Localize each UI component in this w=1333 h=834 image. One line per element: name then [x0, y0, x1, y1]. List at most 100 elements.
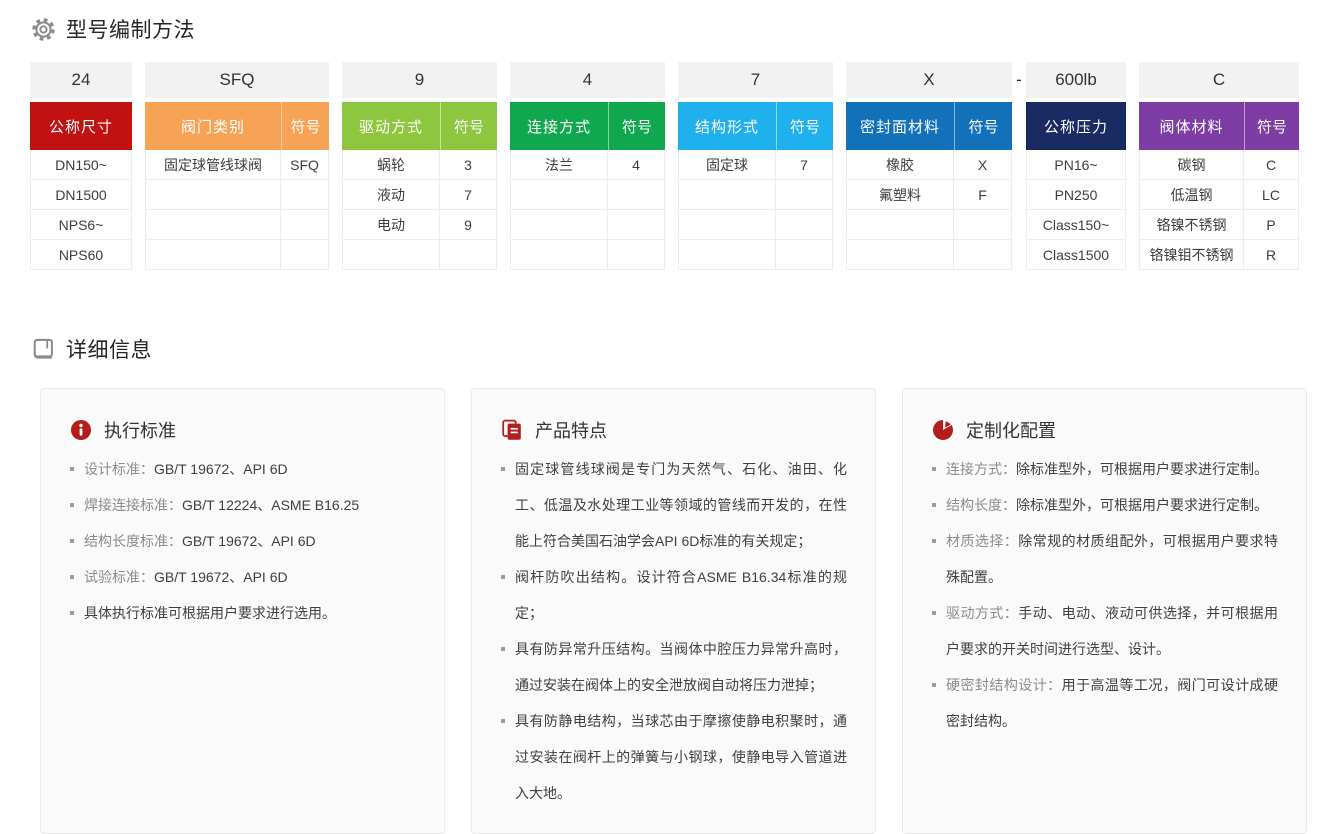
model-cell-symbol: 4	[607, 150, 664, 179]
model-cell-symbol: P	[1243, 210, 1298, 239]
model-cell-name	[679, 180, 775, 209]
card-item: 具有防异常升压结构。当阀体中腔压力异常升高时，通过安装在阀体上的安全泄放阀自动将…	[500, 631, 847, 703]
model-row	[511, 210, 664, 240]
model-code-separator: -	[1012, 62, 1026, 98]
model-row: 固定球7	[679, 150, 832, 180]
model-cell-symbol: 9	[439, 210, 496, 239]
model-code-value: 4	[510, 62, 665, 98]
model-cell-name	[847, 210, 953, 239]
model-cell-symbol	[280, 180, 328, 209]
model-cell-symbol: R	[1243, 240, 1298, 269]
card-item: 阀杆防吹出结构。设计符合ASME B16.34标准的规定；	[500, 559, 847, 631]
card-item-text: GB/T 19672、API 6D	[182, 533, 316, 549]
card-list: 固定球管线球阀是专门为天然气、石化、油田、化工、低温及水处理工业等领域的管线而开…	[500, 451, 847, 811]
model-cell-symbol	[607, 210, 664, 239]
model-cell-name: PN250	[1027, 180, 1125, 209]
model-row	[511, 180, 664, 210]
card-item-text: 除标准型外，可根据用户要求进行定制。	[1016, 461, 1268, 477]
model-band-label: 阀门类别	[145, 102, 281, 150]
model-symbol-header: 符号	[954, 102, 1012, 150]
card-item-text: 具有防静电结构，当球芯由于摩擦使静电积聚时，通过安装在阀杆上的弹簧与小钢球，使静…	[515, 713, 847, 801]
detail-card: 定制化配置连接方式：除标准型外，可根据用户要求进行定制。结构长度：除标准型外，可…	[902, 388, 1307, 834]
model-cell-symbol: 3	[439, 150, 496, 179]
model-cell-name: 铬镍钼不锈钢	[1140, 240, 1243, 269]
model-row	[847, 210, 1011, 240]
card-item: 固定球管线球阀是专门为天然气、石化、油田、化工、低温及水处理工业等领域的管线而开…	[500, 451, 847, 559]
model-column-SFQ: SFQ阀门类别符号固定球管线球阀SFQ	[145, 62, 329, 270]
model-cell-symbol: C	[1243, 150, 1298, 179]
card-item: 试验标准：GB/T 19672、API 6D	[69, 559, 416, 595]
card-title-row: 执行标准	[69, 417, 416, 443]
card-title-row: 定制化配置	[931, 417, 1278, 443]
model-row: 铬镍钼不锈钢R	[1140, 240, 1298, 270]
model-band-label: 连接方式	[510, 102, 608, 150]
model-rows: 橡胶X氟塑料F	[846, 150, 1012, 270]
model-cell-symbol	[439, 240, 496, 269]
detail-cards: 执行标准设计标准： GB/T 19672、API 6D 焊接连接标准：GB/T 12…	[40, 388, 1307, 834]
model-cell-name: 电动	[343, 210, 439, 239]
model-symbol-header: 符号	[440, 102, 497, 150]
card-item-label: 连接方式：	[946, 461, 1016, 477]
model-cell-name	[511, 240, 607, 269]
model-row: 铬镍不锈钢P	[1140, 210, 1298, 240]
model-row: PN250	[1027, 180, 1125, 210]
card-item-text: 除标准型外，可根据用户要求进行定制。	[1016, 497, 1268, 513]
model-band: 密封面材料符号	[846, 102, 1012, 150]
model-symbol-header: 符号	[608, 102, 665, 150]
card-title: 定制化配置	[966, 417, 1056, 443]
model-band-label: 公称压力	[1026, 102, 1126, 150]
model-rows: 碳钢C低温钢LC铬镍不锈钢P铬镍钼不锈钢R	[1139, 150, 1299, 270]
detail-card: 执行标准设计标准： GB/T 19672、API 6D 焊接连接标准：GB/T 12…	[40, 388, 445, 834]
pie-chart-icon	[931, 418, 955, 442]
card-title-row: 产品特点	[500, 417, 847, 443]
model-band: 公称压力	[1026, 102, 1126, 150]
model-band-label: 阀体材料	[1139, 102, 1244, 150]
model-cell-symbol	[280, 240, 328, 269]
card-item-label: 试验标准：	[84, 569, 154, 585]
model-column-24: 24公称尺寸DN150~DN1500NPS6~NPS60	[30, 62, 132, 270]
model-cell-symbol	[953, 210, 1011, 239]
model-column-9: 9驱动方式符号蜗轮3液动7电动9	[342, 62, 497, 270]
model-cell-symbol	[775, 210, 832, 239]
model-row	[146, 240, 328, 270]
model-cell-symbol	[775, 180, 832, 209]
model-cell-symbol	[280, 210, 328, 239]
model-cell-symbol	[775, 240, 832, 269]
card-item-text: GB/T 12224、ASME B16.25	[182, 497, 359, 513]
model-cell-name: Class150~	[1027, 210, 1125, 239]
card-item-label: 设计标准：	[84, 461, 154, 477]
card-item-label: 结构长度：	[946, 497, 1016, 513]
detail-section-header: 详细信息	[30, 334, 1333, 364]
card-item: 驱动方式：手动、电动、液动可供选择，并可根据用户要求的开关时间进行选型、设计。	[931, 595, 1278, 667]
model-cell-name	[511, 210, 607, 239]
card-item-text: 固定球管线球阀是专门为天然气、石化、油田、化工、低温及水处理工业等领域的管线而开…	[515, 461, 847, 549]
card-item: 硬密封结构设计：用于高温等工况，阀门可设计成硬密封结构。	[931, 667, 1278, 739]
model-cell-name	[146, 180, 280, 209]
model-row	[146, 180, 328, 210]
model-cell-name: NPS60	[31, 240, 131, 269]
model-cell-name	[679, 240, 775, 269]
model-symbol-header: 符号	[1244, 102, 1299, 150]
model-band: 驱动方式符号	[342, 102, 497, 150]
model-section-header: 型号编制方法	[30, 0, 1333, 44]
model-band-label: 驱动方式	[342, 102, 440, 150]
card-title: 执行标准	[104, 417, 176, 443]
model-code-value: 24	[30, 62, 132, 98]
model-row: Class1500	[1027, 240, 1125, 270]
model-rows: 法兰4	[510, 150, 665, 270]
model-cell-name: 橡胶	[847, 150, 953, 179]
model-rows: 固定球管线球阀SFQ	[145, 150, 329, 270]
model-row: 电动9	[343, 210, 496, 240]
book-icon	[30, 336, 57, 363]
card-item: 具体执行标准可根据用户要求进行选用。	[69, 595, 416, 631]
model-row: 碳钢C	[1140, 150, 1298, 180]
model-band-label: 结构形式	[678, 102, 776, 150]
model-cell-name: 蜗轮	[343, 150, 439, 179]
model-row: 固定球管线球阀SFQ	[146, 150, 328, 180]
model-symbol-header: 符号	[776, 102, 833, 150]
card-item-text: 具有防异常升压结构。当阀体中腔压力异常升高时，通过安装在阀体上的安全泄放阀自动将…	[515, 641, 847, 693]
model-cell-name: NPS6~	[31, 210, 131, 239]
card-item: 连接方式：除标准型外，可根据用户要求进行定制。	[931, 451, 1278, 487]
model-row: 低温钢LC	[1140, 180, 1298, 210]
card-item-label: 焊接连接标准：	[84, 497, 182, 513]
